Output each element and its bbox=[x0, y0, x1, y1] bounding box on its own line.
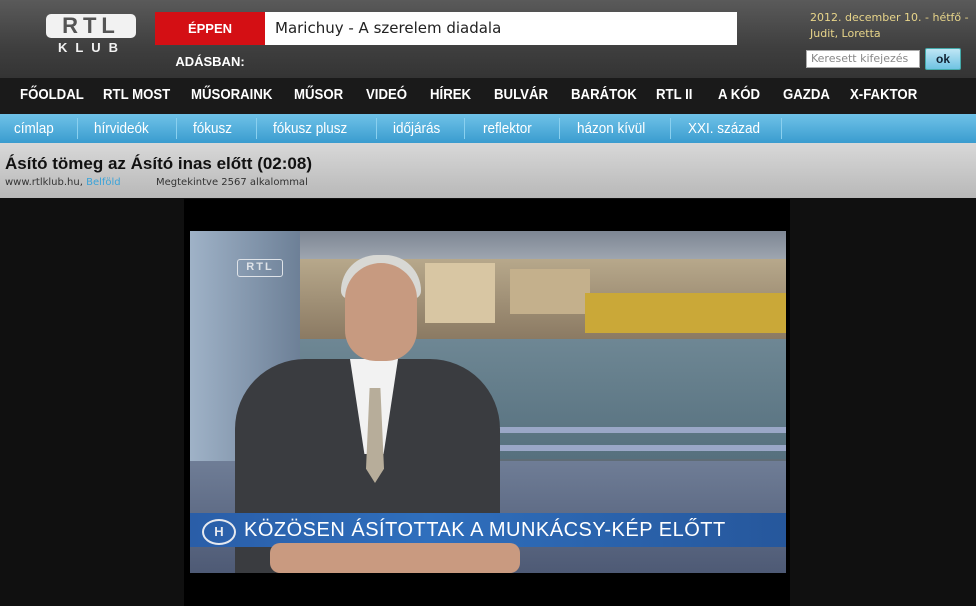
subnav-divider bbox=[559, 118, 560, 139]
studio-stripe bbox=[470, 445, 786, 451]
subnav-divider bbox=[464, 118, 465, 139]
nav-item-gazda[interactable]: GAZDA bbox=[783, 78, 830, 114]
nav-item-rtl-ii[interactable]: RTL II bbox=[656, 78, 692, 114]
nav-item-baratok[interactable]: BARÁTOK bbox=[571, 78, 637, 114]
rtl-klub-logo[interactable]: RTL KLUB bbox=[46, 14, 138, 55]
subnav-item-idojaras[interactable]: időjárás bbox=[393, 114, 440, 143]
live-program-title[interactable]: Marichuy - A szerelem diadala bbox=[265, 12, 737, 45]
nameday-line: Judit, Loretta bbox=[810, 27, 881, 40]
logo-klub-text: KLUB bbox=[57, 40, 127, 55]
news-lower-third: H KÖZÖSEN ÁSÍTOTTAK A MUNKÁCSY-KÉP ELŐTT bbox=[190, 513, 786, 547]
backdrop-building bbox=[425, 263, 495, 323]
nav-item-bulvar[interactable]: BULVÁR bbox=[494, 78, 548, 114]
video-source-site: www.rtlklub.hu, bbox=[5, 177, 83, 188]
nav-item-video[interactable]: VIDEÓ bbox=[366, 78, 407, 114]
date-display: 2012. december 10. - hétfő - Judit, Lore… bbox=[810, 10, 970, 42]
channel-logo: RTL bbox=[237, 259, 283, 277]
subnav-divider bbox=[376, 118, 377, 139]
nav-item-fooldal[interactable]: FŐOLDAL bbox=[20, 78, 84, 114]
video-frame[interactable]: RTL H KÖZÖSEN ÁSÍTOTTAK A MUNKÁCSY-KÉP E… bbox=[190, 231, 786, 573]
news-badge-icon: H bbox=[202, 519, 236, 545]
logo-rtl-text: RTL bbox=[46, 14, 136, 38]
studio-stripe bbox=[470, 427, 786, 433]
nav-item-x-faktor[interactable]: X-FAKTOR bbox=[850, 78, 917, 114]
subnav-item-cimlap[interactable]: címlap bbox=[14, 114, 54, 143]
nav-item-musor[interactable]: MŰSOR bbox=[294, 78, 343, 114]
backdrop-building bbox=[510, 269, 590, 314]
subnav-divider bbox=[77, 118, 78, 139]
anchor-head bbox=[345, 263, 417, 361]
subnav-item-xxi-szazad[interactable]: XXI. század bbox=[688, 114, 760, 143]
nav-item-musoraink[interactable]: MŰSORAINK bbox=[191, 78, 272, 114]
subnav-divider bbox=[176, 118, 177, 139]
main-navigation: FŐOLDAL RTL MOST MŰSORAINK MŰSOR VIDEÓ H… bbox=[0, 78, 976, 114]
video-source: www.rtlklub.hu, Belföld bbox=[5, 177, 121, 188]
subnav-item-reflektor[interactable]: reflektor bbox=[483, 114, 532, 143]
subnav-divider bbox=[781, 118, 782, 139]
subnav-item-fokusz[interactable]: fókusz bbox=[193, 114, 232, 143]
nav-item-rtl-most[interactable]: RTL MOST bbox=[103, 78, 170, 114]
view-count: Megtekintve 2567 alkalommal bbox=[156, 177, 308, 188]
subnav-item-hirvideok[interactable]: hírvideók bbox=[94, 114, 149, 143]
nav-item-a-kod[interactable]: A KÓD bbox=[718, 78, 760, 114]
search-input[interactable]: Keresett kifejezés bbox=[806, 50, 920, 68]
news-caption: KÖZÖSEN ÁSÍTOTTAK A MUNKÁCSY-KÉP ELŐTT bbox=[244, 519, 726, 541]
live-now-label: ÉPPEN ADÁSBAN: bbox=[155, 12, 265, 69]
subnav-divider bbox=[670, 118, 671, 139]
subnav-divider bbox=[256, 118, 257, 139]
nav-item-hirek[interactable]: HÍREK bbox=[430, 78, 471, 114]
category-link[interactable]: Belföld bbox=[86, 177, 121, 188]
date-line: 2012. december 10. - hétfő - bbox=[810, 11, 969, 24]
subnav-item-hazon-kivul[interactable]: házon kívül bbox=[577, 114, 645, 143]
video-title: Ásító tömeg az Ásító inas előtt (02:08) bbox=[5, 154, 312, 173]
search-button[interactable]: ok bbox=[925, 48, 961, 70]
sub-navigation: címlap hírvideók fókusz fókusz plusz idő… bbox=[0, 114, 976, 143]
backdrop-bridge bbox=[585, 293, 786, 333]
subnav-item-fokusz-plusz[interactable]: fókusz plusz bbox=[273, 114, 347, 143]
anchor-hands bbox=[270, 543, 520, 573]
